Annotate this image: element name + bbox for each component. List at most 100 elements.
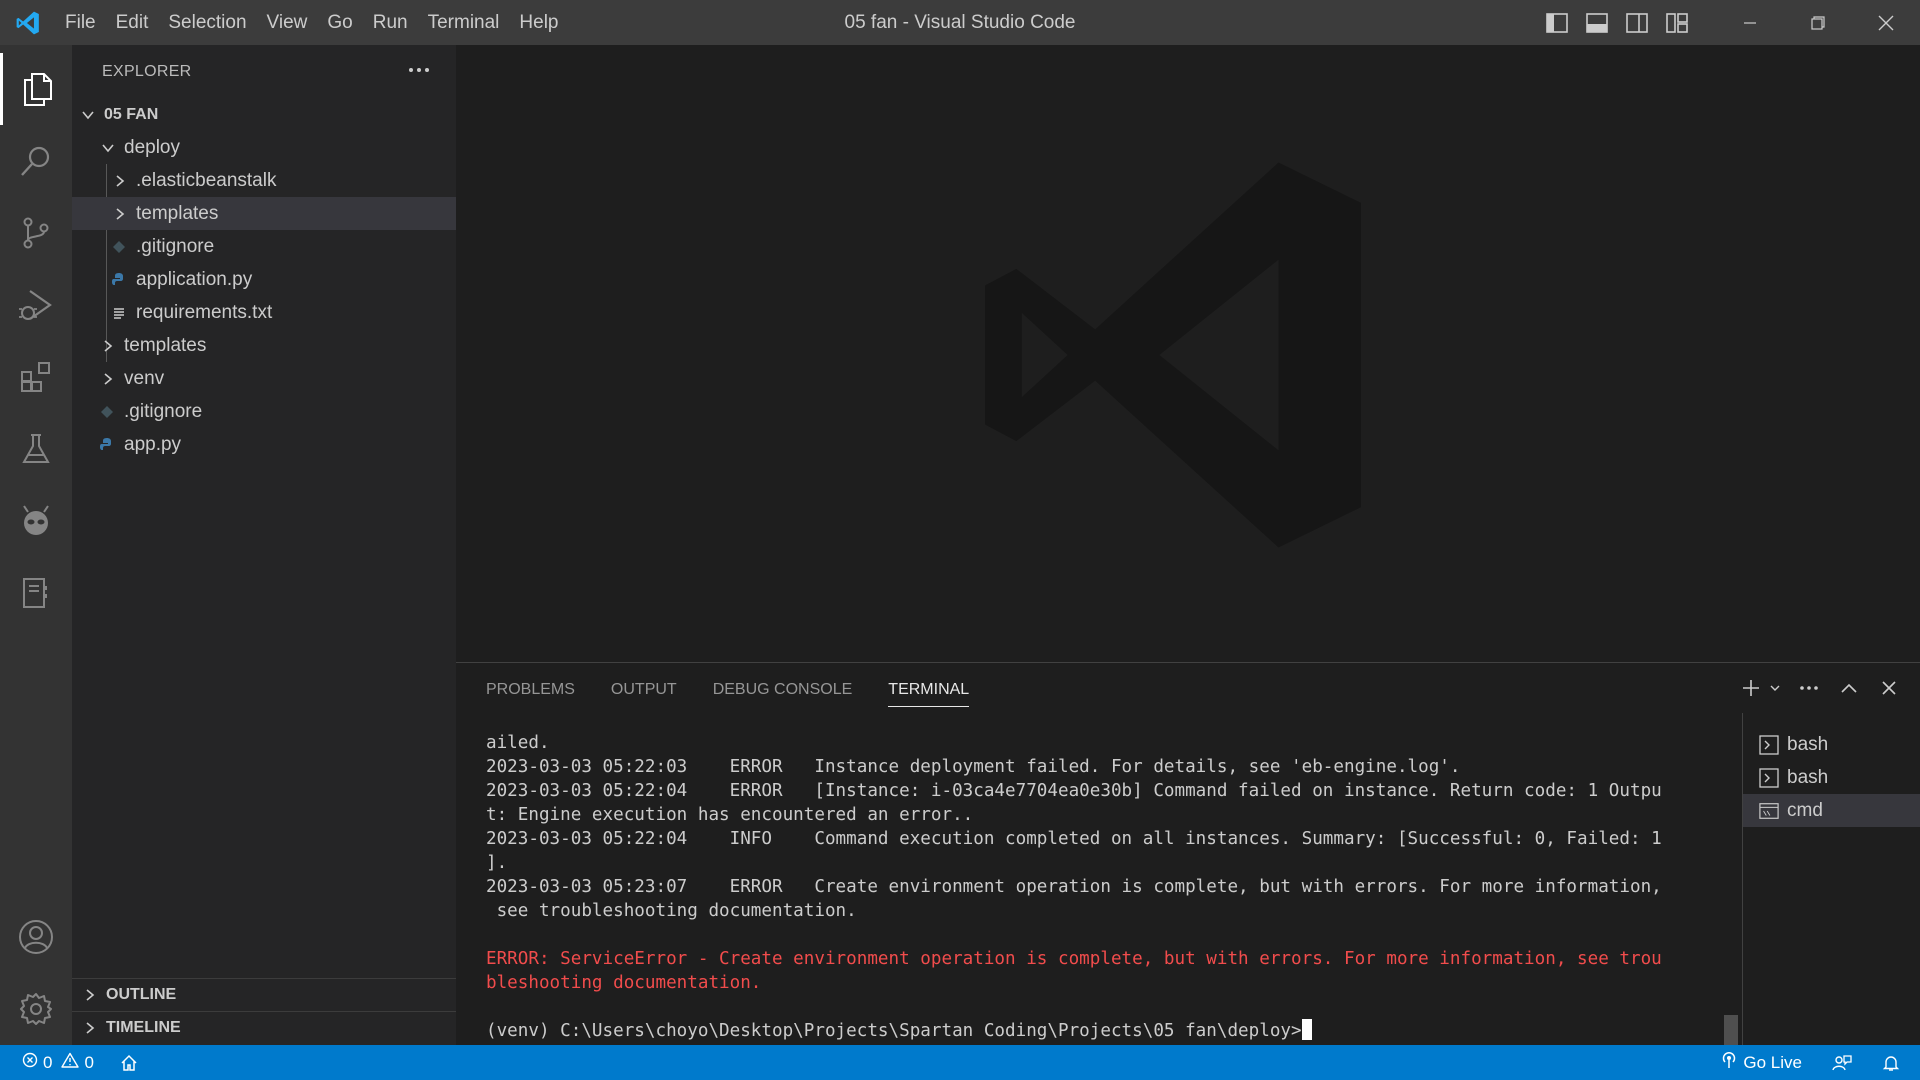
tab-problems[interactable]: PROBLEMS (486, 663, 575, 713)
tree-item-deploy[interactable]: deploy (72, 131, 456, 164)
terminal-line: 2023-03-03 05:22:04 ERROR [Instance: i-0… (486, 781, 1662, 801)
tree-item-label: app.py (124, 433, 182, 455)
terminal-item-label: bash (1787, 766, 1829, 788)
maximize-panel-icon[interactable] (1836, 675, 1862, 701)
tree-item-requirements-txt[interactable]: requirements.txt (72, 296, 456, 329)
tree-item-deploy-gitignore[interactable]: .gitignore (72, 230, 456, 263)
terminal-item-cmd[interactable]: cmd (1743, 794, 1920, 827)
panel-actions (1738, 673, 1902, 703)
extensions-icon[interactable] (0, 341, 72, 413)
vscode-watermark-icon (985, 162, 1361, 548)
tree-item-templates[interactable]: templates (72, 329, 456, 362)
problems-status[interactable]: 0 0 (22, 1052, 94, 1073)
go-live-label: Go Live (1743, 1052, 1802, 1072)
close-window-icon[interactable] (1852, 0, 1920, 45)
chevron-down-icon (78, 105, 98, 125)
menu-edit[interactable]: Edit (106, 0, 159, 45)
tree-item-venv[interactable]: venv (72, 362, 456, 395)
chevron-down-icon[interactable] (1768, 675, 1782, 701)
run-debug-icon[interactable] (0, 269, 72, 341)
tree-item-label: .gitignore (136, 235, 215, 257)
tab-output[interactable]: OUTPUT (611, 663, 677, 713)
tree-item-label: application.py (136, 268, 253, 290)
menu-selection[interactable]: Selection (158, 0, 256, 45)
close-panel-icon[interactable] (1876, 675, 1902, 701)
terminal-prompt-icon (1759, 767, 1779, 788)
menu-go[interactable]: Go (317, 0, 362, 45)
alien-extension-icon[interactable] (0, 485, 72, 557)
terminal-line: ailed. (486, 733, 550, 753)
settings-gear-icon[interactable] (0, 973, 72, 1045)
python-file-icon (110, 271, 128, 289)
editor-area[interactable] (456, 45, 1920, 662)
chevron-right-icon (98, 336, 118, 356)
bottom-panel: PROBLEMS OUTPUT DEBUG CONSOLE TERMINAL a… (456, 662, 1920, 1046)
menu-file[interactable]: File (55, 0, 106, 45)
panel-tabs: PROBLEMS OUTPUT DEBUG CONSOLE TERMINAL (486, 663, 969, 713)
git-file-icon (98, 403, 116, 421)
explorer-sidebar: EXPLORER 05 FAN deploy .elasticbeanstalk… (72, 45, 456, 1045)
terminal-item-label: cmd (1787, 799, 1823, 821)
home-icon[interactable] (120, 1054, 138, 1072)
new-terminal-icon[interactable] (1738, 675, 1764, 701)
source-control-icon[interactable] (0, 197, 72, 269)
restore-icon[interactable] (1784, 0, 1852, 45)
activity-bar (0, 45, 72, 1045)
vscode-logo-icon (0, 0, 55, 45)
search-icon[interactable] (0, 125, 72, 197)
toggle-secondary-sidebar-icon[interactable] (1624, 10, 1650, 36)
go-live-button[interactable]: Go Live (1720, 1051, 1802, 1074)
terminal-item-bash-2[interactable]: bash (1743, 761, 1920, 794)
terminal-line: see troubleshooting documentation. (486, 901, 857, 921)
terminal-list: bash bash cmd (1742, 713, 1920, 1046)
terminal-prompt-icon (1759, 734, 1779, 755)
error-icon (22, 1052, 38, 1073)
tree-item-label: venv (124, 367, 165, 389)
minimize-icon[interactable] (1716, 0, 1784, 45)
notifications-bell-icon[interactable] (1882, 1054, 1900, 1072)
status-right: Go Live (1720, 1045, 1900, 1080)
chevron-right-icon (98, 369, 118, 389)
chevron-right-icon (80, 1018, 100, 1038)
tree-item-label: requirements.txt (136, 301, 273, 323)
workspace-root[interactable]: 05 FAN (72, 98, 456, 131)
menu-view[interactable]: View (257, 0, 318, 45)
tab-terminal[interactable]: TERMINAL (888, 663, 969, 713)
accounts-icon[interactable] (0, 901, 72, 973)
broadcast-icon (1720, 1051, 1738, 1074)
terminal-prompt: (venv) C:\Users\choyo\Desktop\Projects\S… (486, 1021, 1302, 1041)
text-file-icon (110, 304, 128, 322)
tree-item-elasticbeanstalk[interactable]: .elasticbeanstalk (72, 164, 456, 197)
workspace-root-label: 05 FAN (104, 105, 159, 123)
explorer-icon[interactable] (0, 53, 72, 125)
terminal-prompt-line: (venv) C:\Users\choyo\Desktop\Projects\S… (486, 1019, 1708, 1041)
outline-label: OUTLINE (106, 986, 177, 1003)
outline-section[interactable]: OUTLINE (72, 978, 456, 1011)
tree-item-app-py[interactable]: app.py (72, 428, 456, 461)
notebook-icon[interactable] (0, 557, 72, 629)
cmd-icon (1759, 801, 1779, 821)
customize-layout-icon[interactable] (1664, 10, 1690, 36)
testing-icon[interactable] (0, 413, 72, 485)
toggle-primary-sidebar-icon[interactable] (1544, 10, 1570, 36)
terminal-output[interactable]: ailed. 2023-03-03 05:22:03 ERROR Instance… (486, 731, 1708, 1041)
tree-item-gitignore[interactable]: .gitignore (72, 395, 456, 428)
more-actions-icon[interactable] (1796, 675, 1822, 701)
more-actions-icon[interactable] (404, 57, 434, 83)
timeline-section[interactable]: TIMELINE (72, 1011, 456, 1044)
menu-help[interactable]: Help (509, 0, 568, 45)
terminal-error-line: ERROR: ServiceError - Create environment… (486, 949, 1662, 969)
feedback-icon[interactable] (1832, 1054, 1852, 1072)
toggle-panel-icon[interactable] (1584, 10, 1610, 36)
terminal-scrollbar[interactable] (1724, 1015, 1738, 1045)
explorer-header: EXPLORER (72, 45, 456, 98)
terminal-item-bash-1[interactable]: bash (1743, 728, 1920, 761)
tree-item-deploy-templates[interactable]: templates (72, 197, 456, 230)
menu-terminal[interactable]: Terminal (418, 0, 510, 45)
tab-debug-console[interactable]: DEBUG CONSOLE (713, 663, 853, 713)
layout-controls (1544, 0, 1690, 45)
tree-item-label: templates (136, 202, 219, 224)
git-file-icon (110, 238, 128, 256)
tree-item-application-py[interactable]: application.py (72, 263, 456, 296)
menu-run[interactable]: Run (363, 0, 418, 45)
